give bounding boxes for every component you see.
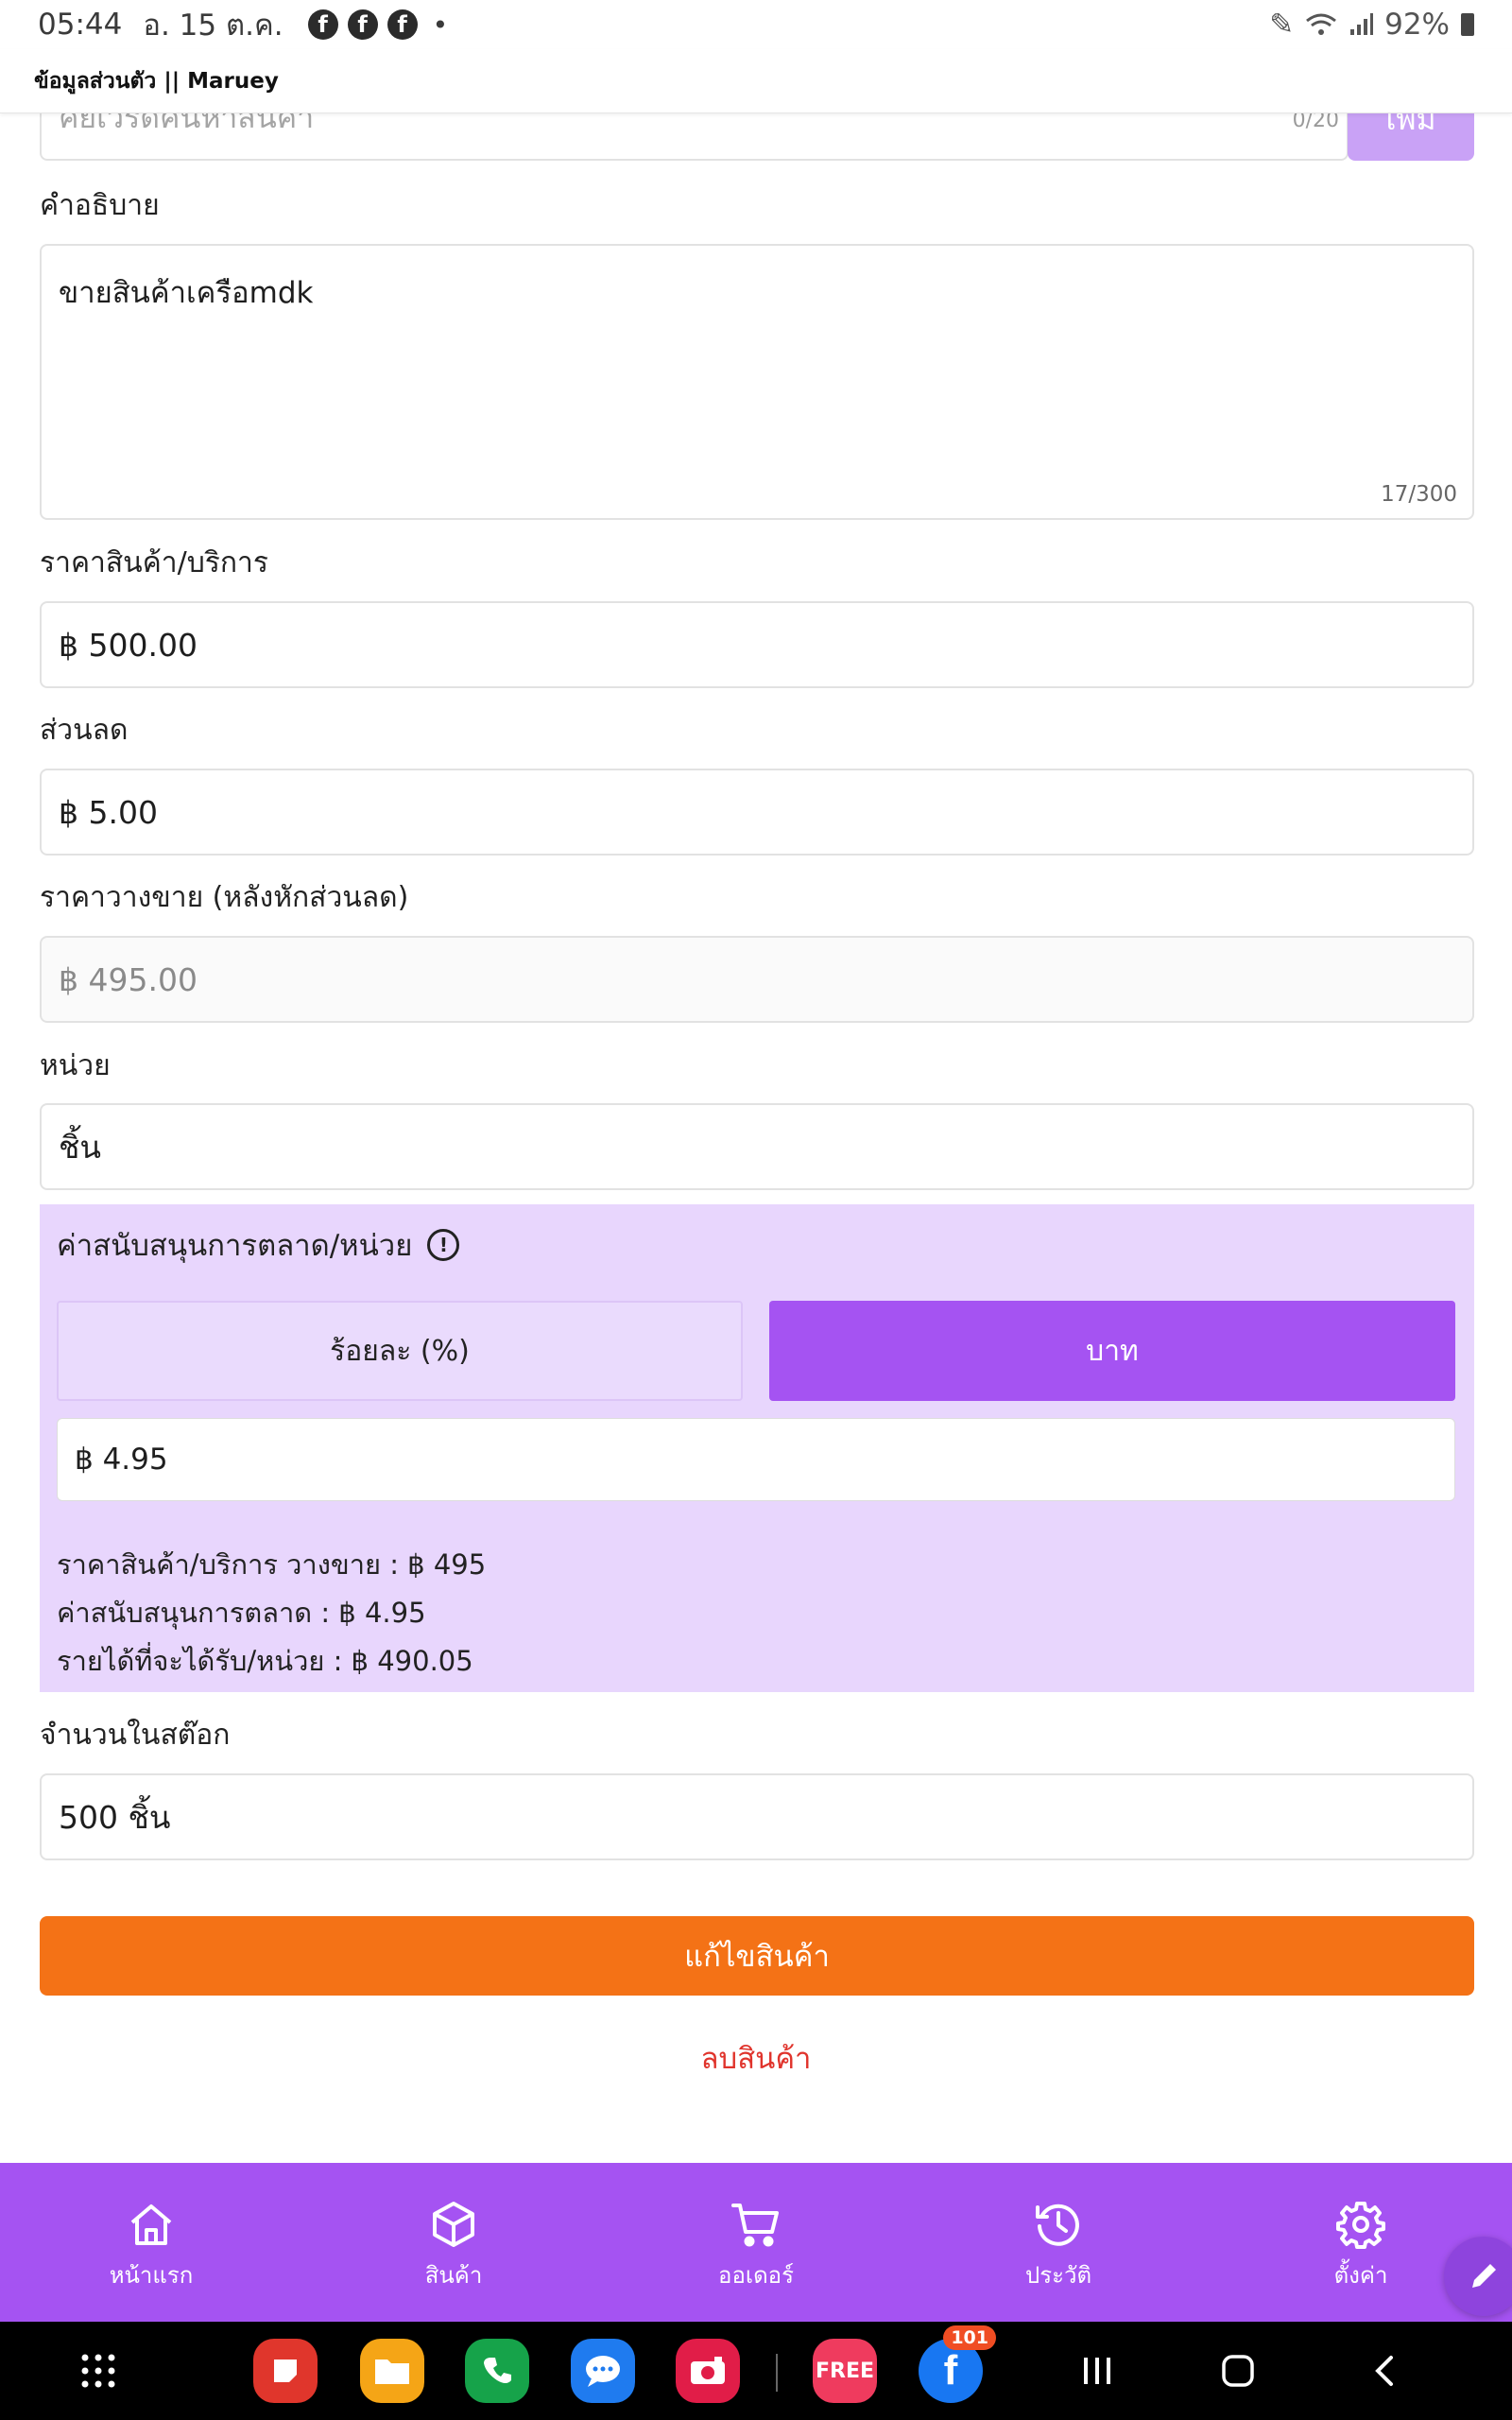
recents-button[interactable]: [1074, 2322, 1121, 2420]
nav-label-orders: ออเดอร์: [718, 2261, 794, 2289]
nav-label-home: หน้าแรก: [109, 2261, 194, 2289]
status-date: อ. 15 ต.ค.: [143, 9, 284, 43]
nav-item-orders[interactable]: ออเดอร์: [605, 2163, 907, 2322]
status-time: 05:44: [38, 8, 123, 42]
marketing-fee-label: ค่าสนับสนุนการตลาด/หน่วย: [57, 1229, 413, 1263]
messages-app-icon[interactable]: [571, 2339, 635, 2403]
discount-input[interactable]: ฿ 5.00: [40, 769, 1474, 856]
marketing-fee-panel: ค่าสนับสนุนการตลาด/หน่วย ! ร้อยละ (%) บา…: [40, 1204, 1474, 1692]
facebook-badge: 101: [943, 2325, 996, 2350]
gear-icon: [1336, 2201, 1385, 2249]
apps-grid-icon[interactable]: [68, 2322, 129, 2420]
camera-app-icon[interactable]: [676, 2339, 740, 2403]
page-title: ข้อมูลส่วนตัว || Maruey: [0, 49, 1512, 113]
description-textarea[interactable]: ขายสินค้าเครือmdk 17/300: [40, 244, 1474, 520]
nav-label-history: ประวัติ: [1024, 2261, 1092, 2289]
status-dot: •: [432, 9, 449, 41]
facebook-glyph: f: [943, 2347, 958, 2394]
summary-marketing-fee: ค่าสนับสนุนการตลาด : ฿ 4.95: [57, 1597, 426, 1629]
cart-icon: [731, 2203, 779, 2246]
marketing-fee-input[interactable]: ฿ 4.95: [57, 1418, 1455, 1501]
pencil-icon: [1472, 2264, 1496, 2288]
percent-option-button[interactable]: ร้อยละ (%): [57, 1301, 743, 1401]
info-icon[interactable]: !: [427, 1229, 460, 1261]
facebook-icon: f: [347, 9, 378, 40]
nav-label-settings: ตั้งค่า: [1333, 2261, 1388, 2289]
nav-label-products: สินค้า: [424, 2261, 483, 2289]
stock-label: จำนวนในสต๊อก: [40, 1719, 231, 1752]
home-icon: [130, 2204, 172, 2245]
bottom-nav: หน้าแรก สินค้า ออเดอร์ ประวัติ ตั้งค่า: [0, 2163, 1512, 2322]
description-label: คำอธิบาย: [40, 189, 160, 222]
sale-price-label: ราคาวางขาย (หลังหักส่วนลด): [40, 881, 409, 914]
description-value: ขายสินค้าเครือmdk: [59, 276, 314, 310]
notes-app-icon[interactable]: [253, 2339, 318, 2403]
sale-price-input: ฿ 495.00: [40, 936, 1474, 1023]
price-label: ราคาสินค้า/บริการ: [40, 546, 268, 579]
back-button[interactable]: [1366, 2322, 1403, 2420]
unit-label: หน่วย: [40, 1049, 111, 1082]
history-icon: [1036, 2204, 1079, 2246]
files-app-icon[interactable]: [360, 2339, 424, 2403]
stock-input[interactable]: 500 ชิ้น: [40, 1773, 1474, 1860]
unit-input[interactable]: ชิ้น: [40, 1103, 1474, 1190]
box-icon: [433, 2201, 474, 2247]
status-right: ✎ 92%: [1269, 0, 1474, 49]
phone-app-icon[interactable]: [465, 2339, 529, 2403]
price-input[interactable]: ฿ 500.00: [40, 601, 1474, 688]
free-app-icon[interactable]: FREE: [813, 2339, 877, 2403]
facebook-icon: f: [307, 9, 338, 40]
signal-icon: [1350, 13, 1374, 35]
summary-sale-price: ราคาสินค้า/บริการ วางขาย : ฿ 495: [57, 1548, 487, 1581]
nav-item-products[interactable]: สินค้า: [302, 2163, 605, 2322]
baht-option-button[interactable]: บาท: [769, 1301, 1455, 1401]
battery-percent: 92%: [1384, 8, 1450, 42]
marketing-fee-title: ค่าสนับสนุนการตลาด/หน่วย !: [57, 1221, 460, 1269]
facebook-app-icon[interactable]: f 101: [919, 2325, 996, 2403]
wifi-icon: [1306, 13, 1337, 35]
nav-item-home[interactable]: หน้าแรก: [0, 2163, 302, 2322]
status-bar: 05:44 อ. 15 ต.ค. f f f • ✎ 92%: [0, 0, 1512, 49]
edit-product-button[interactable]: แก้ไขสินค้า: [40, 1916, 1474, 1996]
battery-icon: [1461, 13, 1474, 36]
pen-icon: ✎: [1269, 8, 1295, 42]
summary-income: รายได้ที่จะได้รับ/หน่วย : ฿ 490.05: [57, 1645, 473, 1677]
facebook-icon: f: [387, 9, 418, 40]
discount-label: ส่วนลด: [40, 714, 129, 747]
description-counter: 17/300: [1381, 482, 1457, 507]
system-nav-bar: FREE f 101: [0, 2322, 1512, 2420]
delete-product-link[interactable]: ลบสินค้า: [0, 2034, 1512, 2082]
nav-item-history[interactable]: ประวัติ: [907, 2163, 1210, 2322]
dock-divider: [776, 2354, 778, 2392]
home-button[interactable]: [1219, 2322, 1257, 2420]
